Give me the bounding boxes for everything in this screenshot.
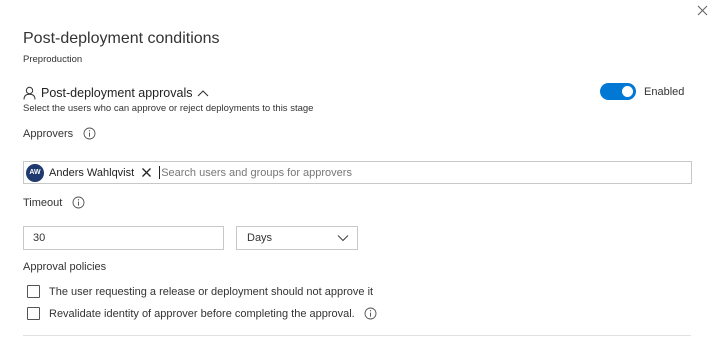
policy-label: Revalidate identity of approver before c… [49, 307, 355, 320]
policy-item[interactable]: Revalidate identity of approver before c… [27, 307, 377, 320]
info-icon[interactable] [364, 307, 377, 320]
close-button[interactable] [694, 2, 712, 20]
avatar: AW [26, 163, 44, 182]
timeout-unit-value: Days [247, 232, 273, 244]
chevron-down-icon [337, 229, 349, 247]
approval-policies-label: Approval policies [23, 261, 107, 273]
approvals-toggle[interactable]: Enabled [600, 83, 684, 100]
approver-chip-name: Anders Wahlqvist [49, 166, 135, 179]
policy-item[interactable]: The user requesting a release or deploym… [27, 285, 373, 298]
chevron-up-icon [197, 89, 209, 97]
approvers-picker[interactable]: AW Anders Wahlqvist [23, 161, 692, 184]
panel-title: Post-deployment conditions [23, 30, 220, 47]
approvals-description: Select the users who can approve or reje… [23, 103, 314, 114]
toggle-label: Enabled [644, 85, 685, 98]
toggle-switch[interactable] [600, 83, 636, 100]
person-icon [23, 86, 36, 100]
approvers-search-input[interactable] [160, 166, 691, 179]
toggle-knob [622, 86, 633, 97]
info-icon[interactable] [83, 127, 96, 140]
policy-label: The user requesting a release or deploym… [49, 285, 374, 298]
stage-name: Preproduction [23, 54, 83, 65]
timeout-label-row: Timeout [23, 196, 85, 209]
close-icon [697, 5, 708, 16]
divider [23, 335, 691, 336]
policy-checkbox[interactable] [27, 307, 40, 320]
approvers-label: Approvers [23, 127, 74, 140]
policy-checkbox[interactable] [27, 285, 40, 298]
approvals-header-label: Post-deployment approvals [41, 86, 193, 100]
info-icon[interactable] [72, 196, 85, 209]
approvals-section-header[interactable]: Post-deployment approvals [23, 85, 209, 101]
remove-approver-button[interactable] [141, 167, 152, 178]
timeout-label: Timeout [23, 196, 63, 209]
timeout-unit-select[interactable]: Days [236, 226, 358, 250]
close-icon [142, 168, 152, 177]
approvers-label-row: Approvers [23, 127, 96, 140]
timeout-value-input[interactable] [23, 226, 224, 250]
